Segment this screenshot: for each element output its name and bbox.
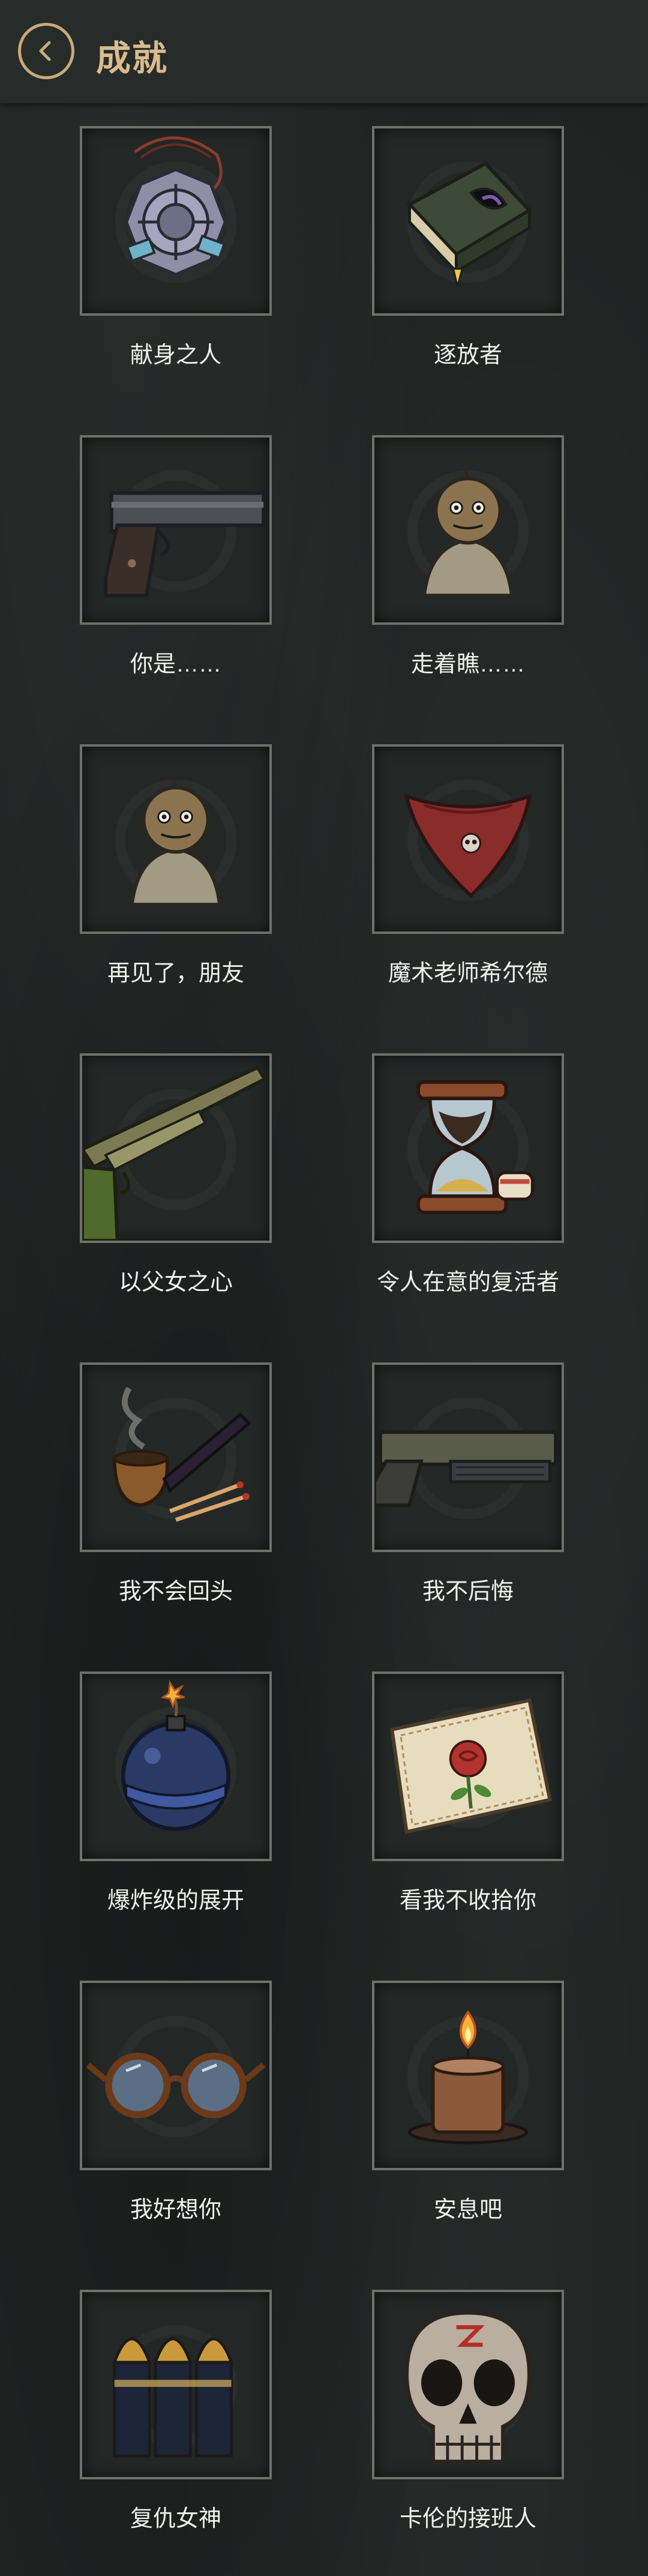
hourglass-icon [407, 1080, 534, 1215]
rose-cloth-icon [390, 1698, 552, 1834]
achievement-label: 卡伦的接班人 [399, 2506, 536, 2532]
achievement-item[interactable]: 我好想你 [80, 1981, 272, 2222]
skull-icon [404, 2310, 532, 2464]
achievement-label: 我不会回头 [118, 1579, 233, 1604]
achievement-item[interactable]: 走着瞧…… [372, 435, 564, 677]
achievement-label: 看我不收拾你 [399, 1888, 536, 1913]
achievement-item[interactable]: 我不会回头 [80, 1362, 272, 1604]
achievement-label: 我好想你 [130, 2197, 221, 2222]
achievement-label: 爆炸级的展开 [107, 1888, 244, 1913]
candle-icon [407, 2010, 529, 2144]
bullets-icon [112, 2325, 237, 2458]
achievement-label: 安息吧 [433, 2197, 502, 2222]
achievement-icon-frame [80, 435, 272, 625]
pistol-icon [104, 470, 266, 598]
achievement-icon-frame [372, 1981, 564, 2170]
achievement-item[interactable]: 以父女之心 [80, 1053, 272, 1295]
achievement-label: 再见了，朋友 [107, 961, 244, 986]
book-icon [406, 161, 532, 287]
achievement-label: 以父女之心 [118, 1270, 233, 1295]
achievement-label: 走着瞧…… [410, 652, 525, 677]
achievement-grid: 献身之人 逐放者 你是…… 走着瞧…… 再见了，朋友 魔术老师希尔德 以父女之心… [0, 0, 648, 2576]
achievement-icon-frame [80, 1053, 272, 1243]
achievement-item[interactable]: 你是…… [80, 435, 272, 677]
achievement-icon-frame [80, 126, 272, 316]
achievement-item[interactable]: 复仇女神 [80, 2290, 272, 2532]
achievement-item[interactable]: 再见了，朋友 [80, 744, 272, 986]
gun-icon [374, 1397, 558, 1520]
achievement-icon-frame [80, 2290, 272, 2479]
achievement-icon-frame [372, 744, 564, 934]
achievement-item[interactable]: 安息吧 [372, 1981, 564, 2222]
amulet-icon [115, 136, 237, 283]
voodoo-doll-icon [115, 768, 237, 907]
achievement-item[interactable]: 魔术老师希尔德 [372, 744, 564, 986]
achievement-item[interactable]: 爆炸级的展开 [80, 1672, 272, 1913]
achievement-icon-frame [372, 2290, 564, 2479]
achievement-icon-frame [372, 1053, 564, 1243]
achievement-item[interactable]: 令人在意的复活者 [372, 1053, 564, 1295]
achievement-icon-frame [80, 1981, 272, 2170]
achievement-label: 你是…… [130, 652, 221, 677]
achievement-icon-frame [372, 1672, 564, 1861]
achievement-icon-frame [80, 1672, 272, 1861]
achievement-item[interactable]: 逐放者 [372, 126, 564, 368]
achievement-item[interactable]: 我不后悔 [372, 1362, 564, 1604]
achievement-icon-frame [80, 744, 272, 934]
achievement-label: 献身之人 [130, 343, 221, 368]
shotgun-icon [82, 1065, 268, 1241]
achievement-icon-frame [372, 1362, 564, 1552]
achievement-item[interactable]: 看我不收拾你 [372, 1672, 564, 1913]
achievement-icon-frame [80, 1362, 272, 1552]
bandana-icon [404, 779, 532, 901]
achievement-label: 令人在意的复活者 [376, 1270, 559, 1295]
glasses-icon [86, 2015, 266, 2138]
achievement-item[interactable]: 卡伦的接班人 [372, 2290, 564, 2532]
achievement-label: 魔术老师希尔德 [388, 961, 548, 986]
achievement-label: 逐放者 [433, 343, 502, 368]
voodoo-doll-icon [407, 459, 529, 598]
bomb-icon [115, 1680, 237, 1831]
achievement-label: 我不后悔 [422, 1579, 514, 1604]
achievement-item[interactable]: 献身之人 [80, 126, 272, 368]
achievement-label: 复仇女神 [130, 2506, 221, 2532]
achievement-icon-frame [372, 126, 564, 316]
pipe-icon [112, 1386, 251, 1522]
achievement-icon-frame [372, 435, 564, 625]
